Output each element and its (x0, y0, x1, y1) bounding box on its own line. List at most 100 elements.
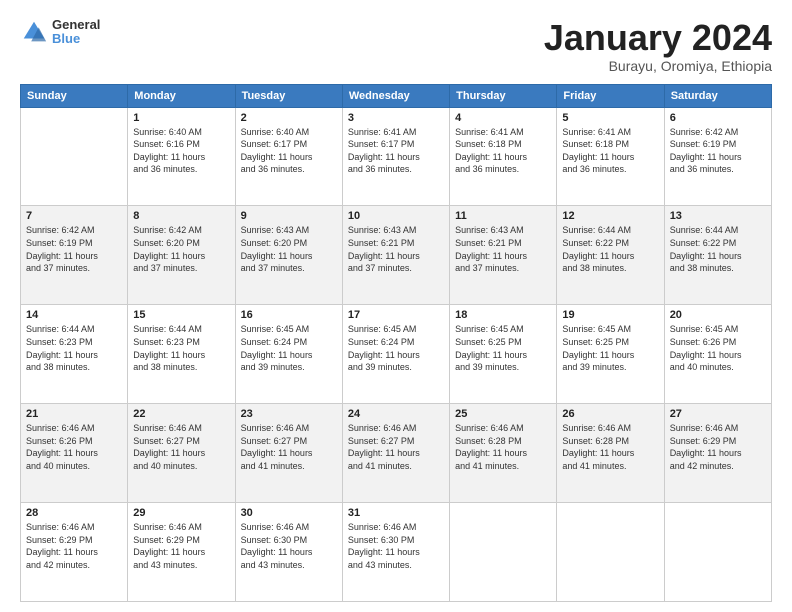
day-info: Sunrise: 6:42 AM Sunset: 6:19 PM Dayligh… (26, 224, 122, 274)
day-info: Sunrise: 6:44 AM Sunset: 6:23 PM Dayligh… (26, 323, 122, 373)
day-info: Sunrise: 6:44 AM Sunset: 6:22 PM Dayligh… (562, 224, 658, 274)
day-info: Sunrise: 6:43 AM Sunset: 6:20 PM Dayligh… (241, 224, 337, 274)
table-row (557, 503, 664, 602)
calendar-week-row: 28Sunrise: 6:46 AM Sunset: 6:29 PM Dayli… (21, 503, 772, 602)
table-row: 16 Sunrise: 6:45 AM Sunset: 6:24 PM Dayli… (235, 305, 342, 404)
day-number: 1 (133, 112, 229, 124)
day-number: 21 (26, 408, 122, 420)
day-number: 6 (670, 112, 766, 124)
day-number: 17 (348, 309, 444, 321)
day-number: 24 (348, 408, 444, 420)
day-number: 22 (133, 408, 229, 420)
day-info: Sunrise: 6:40 AM Sunset: 6:17 PM Dayligh… (241, 126, 337, 176)
table-row: 13 Sunrise: 6:44 AM Sunset: 6:22 PM Dayli… (664, 206, 771, 305)
day-info: Sunrise: 6:45 AM Sunset: 6:25 PM Dayligh… (562, 323, 658, 373)
day-number: 23 (241, 408, 337, 420)
day-number: 4 (455, 112, 551, 124)
table-row: 25 Sunrise: 6:46 AM Sunset: 6:28 PM Dayli… (450, 404, 557, 503)
logo-text: General Blue (52, 18, 100, 47)
header-sunday: Sunday (21, 84, 128, 107)
day-info: Sunrise: 6:44 AM Sunset: 6:22 PM Dayligh… (670, 224, 766, 274)
day-info: Sunrise: 6:45 AM Sunset: 6:24 PM Dayligh… (241, 323, 337, 373)
day-info: Sunrise: 6:42 AM Sunset: 6:19 PM Dayligh… (670, 126, 766, 176)
calendar-week-row: 1Sunrise: 6:40 AM Sunset: 6:16 PM Daylig… (21, 107, 772, 206)
table-row: 9 Sunrise: 6:43 AM Sunset: 6:20 PM Daylig… (235, 206, 342, 305)
header-tuesday: Tuesday (235, 84, 342, 107)
day-number: 10 (348, 210, 444, 222)
header-friday: Friday (557, 84, 664, 107)
logo-line2: Blue (52, 32, 100, 46)
day-number: 20 (670, 309, 766, 321)
day-info: Sunrise: 6:46 AM Sunset: 6:27 PM Dayligh… (133, 422, 229, 472)
table-row: 3Sunrise: 6:41 AM Sunset: 6:17 PM Daylig… (342, 107, 449, 206)
day-number: 8 (133, 210, 229, 222)
day-info: Sunrise: 6:45 AM Sunset: 6:26 PM Dayligh… (670, 323, 766, 373)
day-info: Sunrise: 6:46 AM Sunset: 6:27 PM Dayligh… (348, 422, 444, 472)
day-number: 9 (241, 210, 337, 222)
day-info: Sunrise: 6:46 AM Sunset: 6:29 PM Dayligh… (133, 521, 229, 571)
month-title: January 2024 (544, 18, 772, 58)
day-number: 19 (562, 309, 658, 321)
day-info: Sunrise: 6:44 AM Sunset: 6:23 PM Dayligh… (133, 323, 229, 373)
day-info: Sunrise: 6:41 AM Sunset: 6:18 PM Dayligh… (455, 126, 551, 176)
day-info: Sunrise: 6:46 AM Sunset: 6:29 PM Dayligh… (26, 521, 122, 571)
table-row: 31 Sunrise: 6:46 AM Sunset: 6:30 PM Dayli… (342, 503, 449, 602)
table-row: 21 Sunrise: 6:46 AM Sunset: 6:26 PM Dayli… (21, 404, 128, 503)
header-monday: Monday (128, 84, 235, 107)
day-number: 25 (455, 408, 551, 420)
table-row: 20 Sunrise: 6:45 AM Sunset: 6:26 PM Dayli… (664, 305, 771, 404)
day-info: Sunrise: 6:45 AM Sunset: 6:25 PM Dayligh… (455, 323, 551, 373)
location-subtitle: Burayu, Oromiya, Ethiopia (544, 58, 772, 74)
table-row: 5 Sunrise: 6:41 AM Sunset: 6:18 PM Daylig… (557, 107, 664, 206)
logo-icon (20, 18, 48, 46)
day-number: 11 (455, 210, 551, 222)
table-row: 1Sunrise: 6:40 AM Sunset: 6:16 PM Daylig… (128, 107, 235, 206)
header: General Blue January 2024 Burayu, Oromiy… (20, 18, 772, 74)
table-row (664, 503, 771, 602)
day-number: 30 (241, 507, 337, 519)
table-row: 18 Sunrise: 6:45 AM Sunset: 6:25 PM Dayli… (450, 305, 557, 404)
day-info: Sunrise: 6:46 AM Sunset: 6:26 PM Dayligh… (26, 422, 122, 472)
header-saturday: Saturday (664, 84, 771, 107)
page: General Blue January 2024 Burayu, Oromiy… (0, 0, 792, 612)
table-row: 8Sunrise: 6:42 AM Sunset: 6:20 PM Daylig… (128, 206, 235, 305)
day-number: 12 (562, 210, 658, 222)
table-row (450, 503, 557, 602)
day-info: Sunrise: 6:45 AM Sunset: 6:24 PM Dayligh… (348, 323, 444, 373)
day-number: 16 (241, 309, 337, 321)
header-thursday: Thursday (450, 84, 557, 107)
day-info: Sunrise: 6:46 AM Sunset: 6:30 PM Dayligh… (241, 521, 337, 571)
table-row: 2Sunrise: 6:40 AM Sunset: 6:17 PM Daylig… (235, 107, 342, 206)
day-number: 18 (455, 309, 551, 321)
day-info: Sunrise: 6:43 AM Sunset: 6:21 PM Dayligh… (348, 224, 444, 274)
table-row: 28Sunrise: 6:46 AM Sunset: 6:29 PM Dayli… (21, 503, 128, 602)
day-number: 15 (133, 309, 229, 321)
table-row: 30 Sunrise: 6:46 AM Sunset: 6:30 PM Dayli… (235, 503, 342, 602)
day-number: 31 (348, 507, 444, 519)
calendar-week-row: 14Sunrise: 6:44 AM Sunset: 6:23 PM Dayli… (21, 305, 772, 404)
table-row: 6 Sunrise: 6:42 AM Sunset: 6:19 PM Daylig… (664, 107, 771, 206)
table-row: 22 Sunrise: 6:46 AM Sunset: 6:27 PM Dayli… (128, 404, 235, 503)
title-block: January 2024 Burayu, Oromiya, Ethiopia (544, 18, 772, 74)
day-info: Sunrise: 6:41 AM Sunset: 6:18 PM Dayligh… (562, 126, 658, 176)
calendar-week-row: 21 Sunrise: 6:46 AM Sunset: 6:26 PM Dayli… (21, 404, 772, 503)
table-row: 29 Sunrise: 6:46 AM Sunset: 6:29 PM Dayli… (128, 503, 235, 602)
table-row: 12 Sunrise: 6:44 AM Sunset: 6:22 PM Dayli… (557, 206, 664, 305)
table-row: 11Sunrise: 6:43 AM Sunset: 6:21 PM Dayli… (450, 206, 557, 305)
day-number: 29 (133, 507, 229, 519)
table-row: 17 Sunrise: 6:45 AM Sunset: 6:24 PM Dayli… (342, 305, 449, 404)
table-row: 27Sunrise: 6:46 AM Sunset: 6:29 PM Dayli… (664, 404, 771, 503)
day-number: 5 (562, 112, 658, 124)
logo: General Blue (20, 18, 100, 47)
table-row: 19 Sunrise: 6:45 AM Sunset: 6:25 PM Dayli… (557, 305, 664, 404)
day-info: Sunrise: 6:46 AM Sunset: 6:28 PM Dayligh… (455, 422, 551, 472)
logo-line1: General (52, 18, 100, 32)
weekday-header-row: Sunday Monday Tuesday Wednesday Thursday… (21, 84, 772, 107)
day-number: 13 (670, 210, 766, 222)
day-number: 27 (670, 408, 766, 420)
day-info: Sunrise: 6:46 AM Sunset: 6:28 PM Dayligh… (562, 422, 658, 472)
table-row (21, 107, 128, 206)
day-number: 3 (348, 112, 444, 124)
header-wednesday: Wednesday (342, 84, 449, 107)
day-info: Sunrise: 6:46 AM Sunset: 6:30 PM Dayligh… (348, 521, 444, 571)
